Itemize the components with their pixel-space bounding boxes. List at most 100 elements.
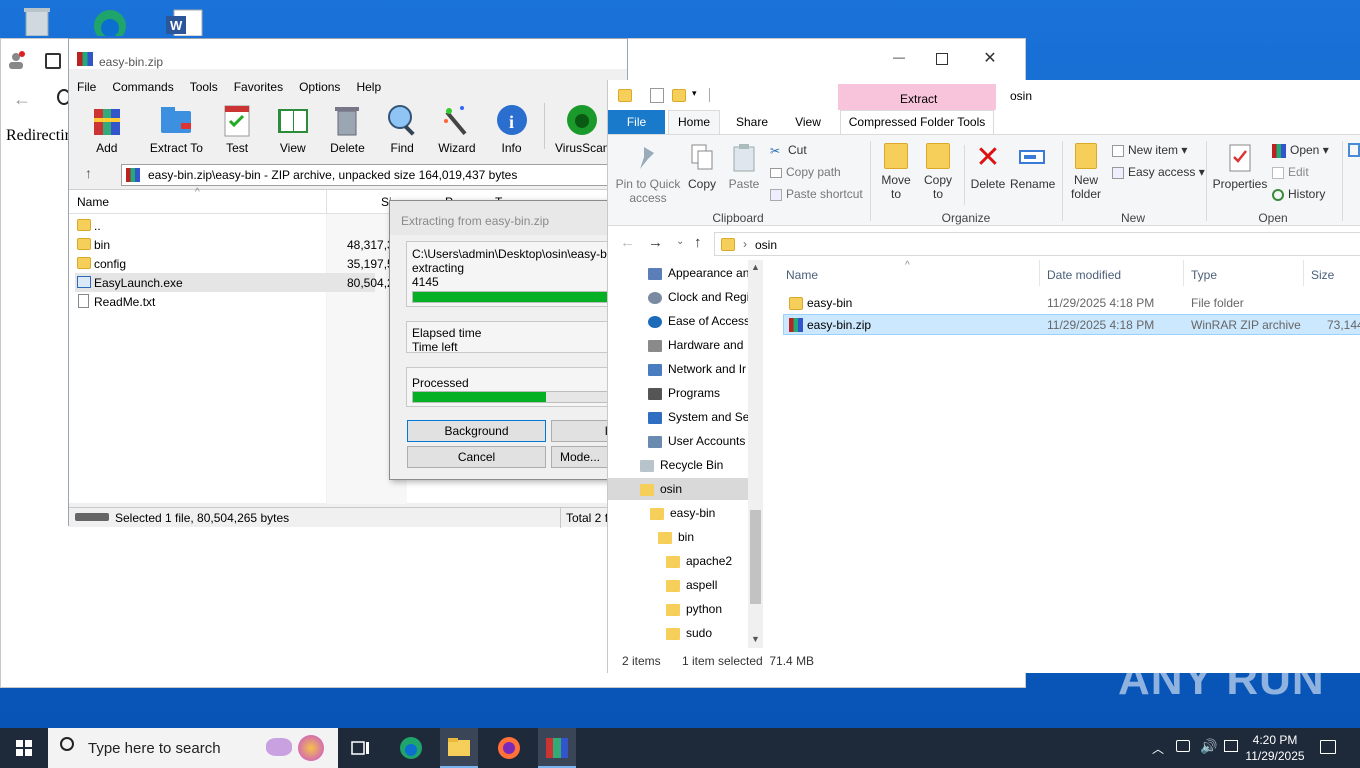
firefox-taskbar-icon[interactable]	[494, 734, 524, 762]
nav-item[interactable]: Clock and Regi	[648, 286, 748, 308]
move-to-button[interactable]: Move to	[878, 143, 914, 201]
select-all-icon[interactable]	[1348, 143, 1360, 157]
copy-path-button[interactable]: Copy path	[770, 165, 841, 179]
nav-item[interactable]: Appearance an	[648, 262, 748, 284]
qa-dropdown-icon[interactable]: ▾	[692, 88, 697, 99]
network-tray-icon[interactable]	[1176, 740, 1190, 752]
easy-access-button[interactable]: Easy access ▾	[1112, 165, 1205, 179]
back-arrow-icon[interactable]: ←	[13, 89, 31, 110]
recycle-bin-icon[interactable]	[18, 6, 56, 37]
archive-path-bar[interactable]: easy-bin.zip\easy-bin - ZIP archive, unp…	[121, 164, 641, 186]
menu-favorites[interactable]: Favorites	[226, 79, 291, 97]
edit-button[interactable]: Edit	[1272, 165, 1309, 179]
wizard-button[interactable]: Wizard	[429, 99, 485, 157]
nav-item[interactable]: Programs	[648, 382, 748, 404]
cut-button[interactable]: ✂ Cut	[770, 143, 807, 158]
scroll-down-icon[interactable]: ▼	[751, 634, 760, 644]
pin-quick-access-button[interactable]: Pin to Quick access	[612, 143, 684, 205]
up-folder-icon[interactable]: ↑	[85, 165, 92, 181]
nav-scrollbar[interactable]: ▲ ▼	[748, 260, 763, 648]
start-button[interactable]	[0, 728, 48, 768]
table-row-selected[interactable]: easy-bin.zip 11/29/2025 4:18 PM WinRAR Z…	[783, 314, 1360, 335]
tab-home[interactable]: Home	[668, 110, 720, 134]
forward-arrow-icon[interactable]: →	[648, 234, 663, 251]
rename-button[interactable]: Rename	[1010, 143, 1055, 191]
clock[interactable]: 4:20 PM 11/29/2025	[1244, 732, 1306, 764]
open-button[interactable]: Open ▾	[1272, 143, 1329, 158]
tab-file[interactable]: File	[608, 110, 665, 134]
col-name[interactable]: Name	[77, 195, 109, 209]
view-button[interactable]: View	[266, 99, 320, 157]
tab-view[interactable]: View	[784, 110, 832, 134]
tab-share[interactable]: Share	[730, 110, 774, 134]
new-folder-button[interactable]: New folder	[1068, 143, 1104, 201]
maximize-button[interactable]	[936, 53, 948, 65]
nav-item[interactable]: Recycle Bin	[640, 454, 750, 476]
col-type[interactable]: Type	[1191, 268, 1217, 282]
properties-button[interactable]: Properties	[1212, 143, 1268, 191]
up-arrow-icon[interactable]: ↑	[694, 234, 702, 251]
close-button[interactable]: ✕	[980, 48, 1000, 68]
menu-commands[interactable]: Commands	[104, 79, 181, 97]
minimize-button[interactable]: —	[886, 50, 912, 70]
background-button[interactable]: Background	[407, 420, 546, 442]
copy-to-button[interactable]: Copy to	[920, 143, 956, 201]
search-box[interactable]: Type here to search	[48, 728, 338, 768]
delete-button[interactable]: Delete	[320, 99, 376, 157]
task-view-icon[interactable]	[346, 734, 376, 762]
menu-options[interactable]: Options	[291, 79, 348, 97]
nav-item[interactable]: apache2	[666, 550, 748, 572]
col-size[interactable]: Size	[1311, 268, 1334, 282]
history-button[interactable]: History	[1272, 187, 1325, 201]
menu-file[interactable]: File	[69, 79, 104, 97]
nav-item[interactable]: Network and Ir	[648, 358, 748, 380]
test-button[interactable]: Test	[208, 99, 266, 157]
find-button[interactable]: Find	[375, 99, 429, 157]
cancel-button[interactable]: Cancel	[407, 446, 546, 468]
copy-button[interactable]: Copy	[686, 143, 718, 191]
menu-help[interactable]: Help	[348, 79, 389, 97]
mode-button[interactable]: Mode...	[551, 446, 609, 468]
virusscan-button[interactable]: VirusScan	[551, 99, 613, 157]
info-button[interactable]: i Info	[485, 99, 539, 157]
tab-compressed-folder-tools[interactable]: Compressed Folder Tools	[840, 110, 994, 134]
nav-item-selected[interactable]: osin	[608, 478, 748, 500]
delete-button[interactable]: ✕ Delete	[970, 143, 1006, 192]
volume-tray-icon[interactable]: 🔊	[1200, 738, 1217, 755]
nav-item[interactable]: bin	[658, 526, 748, 548]
paste-shortcut-button[interactable]: Paste shortcut	[770, 187, 863, 201]
scroll-up-icon[interactable]: ▲	[751, 262, 760, 272]
word-icon[interactable]: W	[164, 6, 206, 37]
new-item-button[interactable]: New item ▾	[1112, 143, 1187, 157]
add-button[interactable]: Add	[69, 99, 145, 157]
extract-context-tab[interactable]: Extract	[838, 84, 996, 110]
col-date[interactable]: Date modified	[1047, 268, 1121, 282]
profile-icon[interactable]	[7, 51, 25, 69]
menu-tools[interactable]: Tools	[182, 79, 226, 97]
paste-button[interactable]: Paste	[728, 143, 760, 191]
properties-qa-icon[interactable]	[650, 88, 664, 103]
nav-item[interactable]: System and Se	[648, 406, 748, 428]
nav-item[interactable]: Ease of Access	[648, 310, 748, 332]
edge-taskbar-icon[interactable]	[396, 734, 426, 762]
table-row[interactable]: easy-bin 11/29/2025 4:18 PM File folder	[783, 293, 1360, 314]
nav-item[interactable]: User Accounts	[648, 430, 748, 452]
new-folder-qa-icon[interactable]	[672, 89, 686, 102]
keyboard-tray-icon[interactable]	[1224, 740, 1238, 752]
address-bar[interactable]: › osin	[714, 232, 1360, 256]
file-explorer-taskbar-icon[interactable]	[440, 728, 478, 768]
nav-item[interactable]: aspell	[666, 574, 748, 596]
edge-icon[interactable]	[88, 6, 132, 42]
tab-actions-icon[interactable]	[45, 53, 61, 69]
col-name[interactable]: Name	[786, 268, 818, 282]
winrar-taskbar-icon[interactable]	[538, 728, 576, 768]
nav-item[interactable]: sudo	[666, 622, 748, 644]
tray-chevron-icon[interactable]: ︿	[1152, 740, 1164, 757]
recent-dropdown-icon[interactable]: ⌄	[676, 236, 684, 247]
nav-item[interactable]: easy-bin	[650, 502, 750, 524]
nav-item[interactable]: Hardware and	[648, 334, 748, 356]
list-item-selected[interactable]: EasyLaunch.exe 80,504,2	[75, 273, 394, 292]
scroll-thumb[interactable]	[750, 510, 761, 604]
nav-item[interactable]: python	[666, 598, 748, 620]
extract-to-button[interactable]: Extract To	[145, 99, 209, 157]
